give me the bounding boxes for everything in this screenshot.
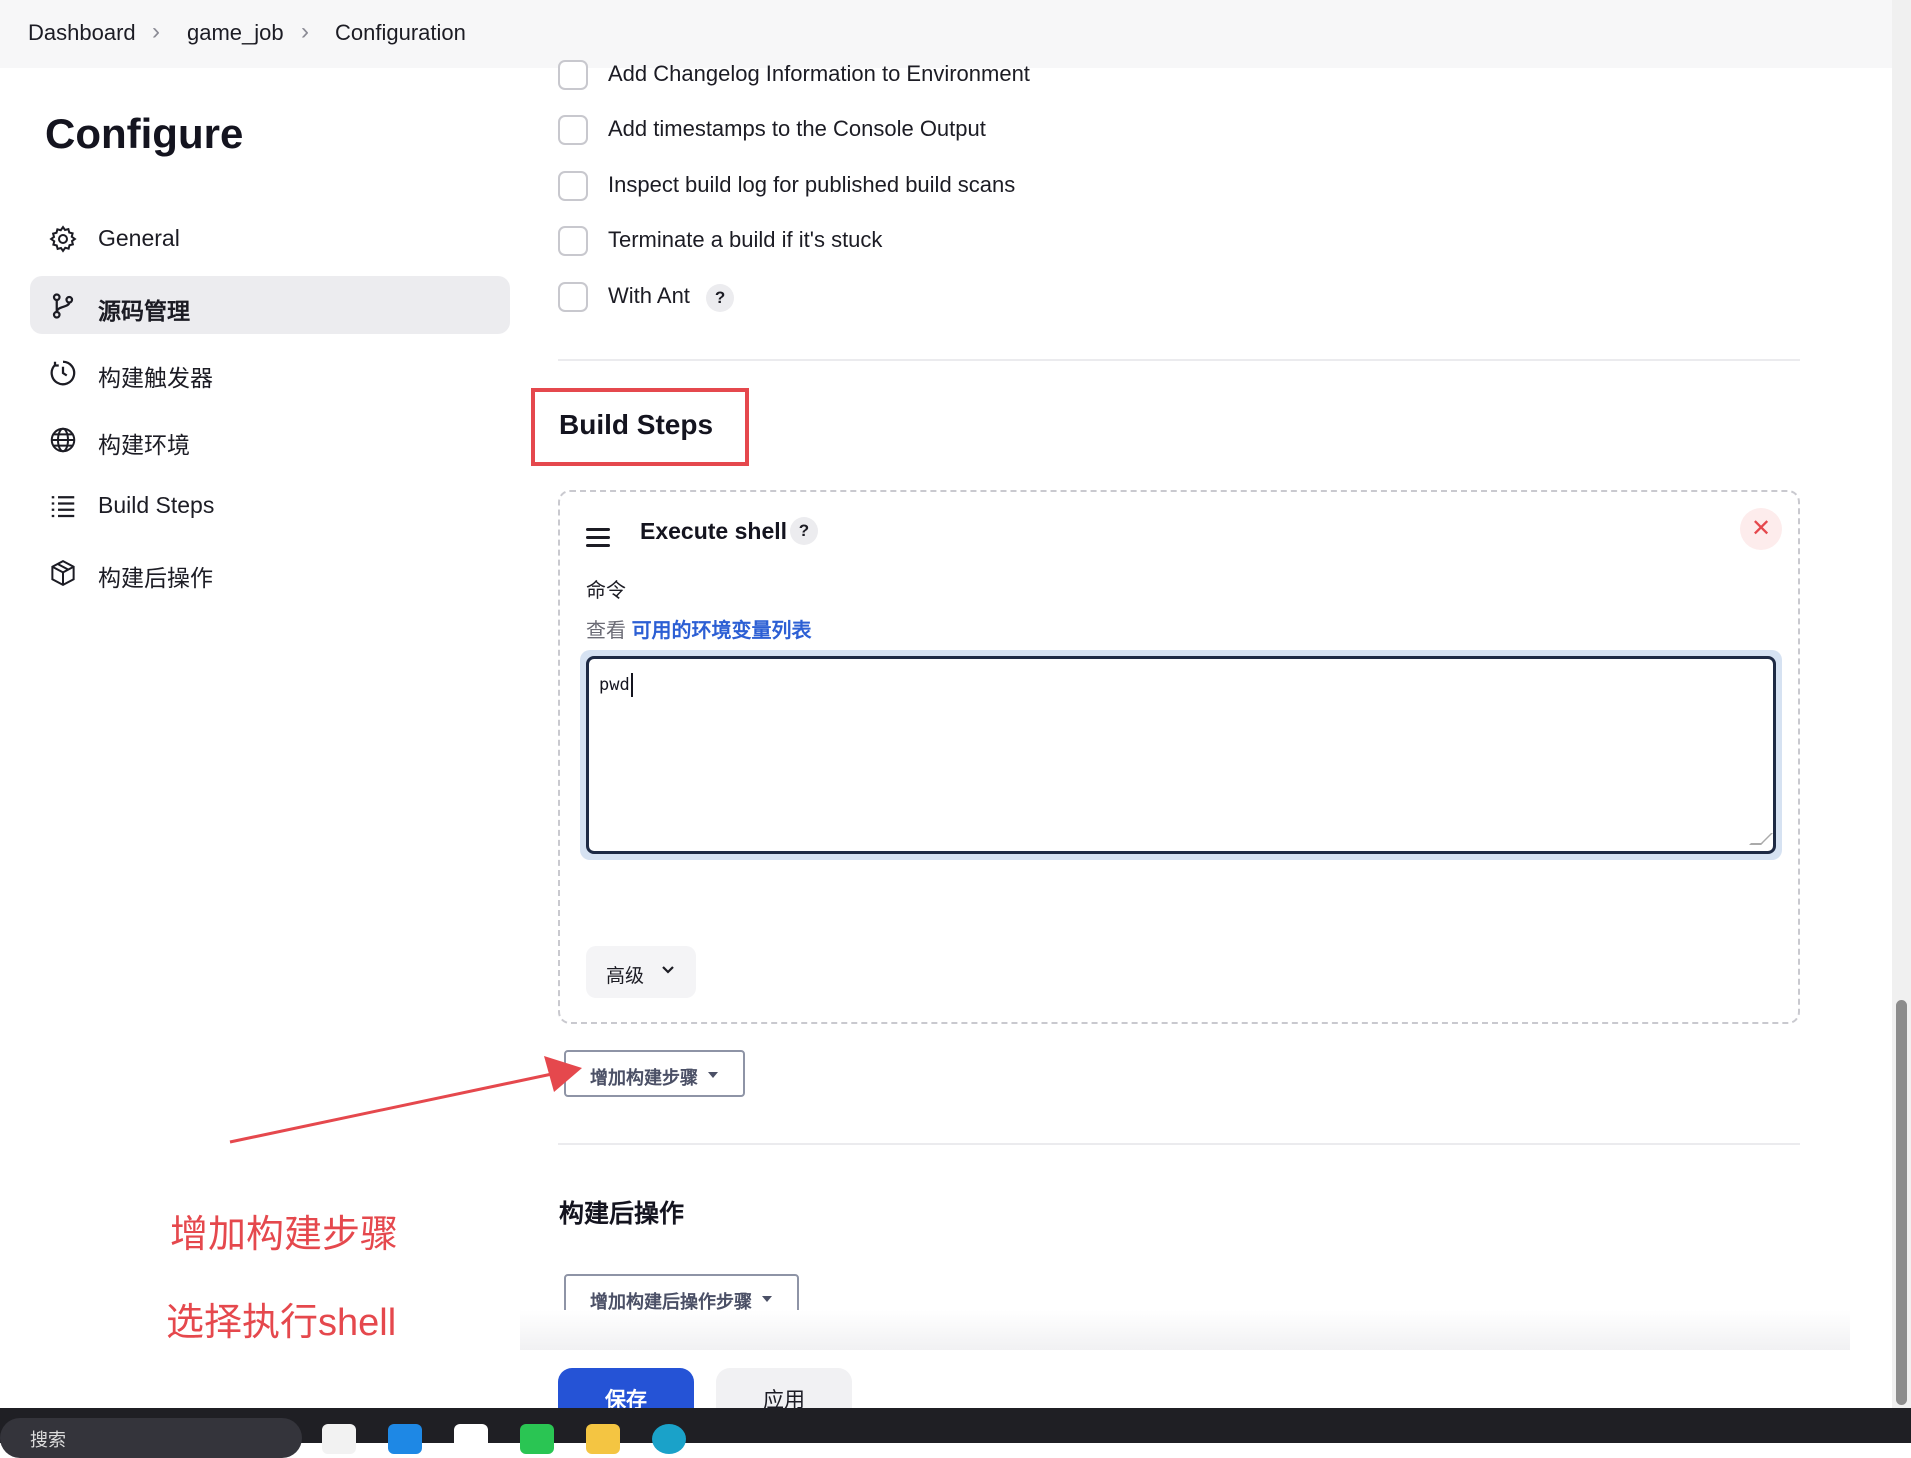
sidebar-item-build-steps[interactable]: Build Steps (30, 476, 510, 534)
breadcrumb-game-job[interactable]: game_job (187, 20, 284, 46)
sidebar-item-label: 构建环境 (98, 432, 190, 458)
checkbox[interactable] (558, 171, 588, 201)
app-icon[interactable] (454, 1424, 488, 1454)
advanced-button[interactable]: 高级 (586, 946, 696, 998)
close-icon[interactable]: ✕ (1740, 508, 1782, 550)
resize-handle-icon[interactable] (1749, 833, 1773, 845)
package-icon (51, 559, 75, 587)
globe-icon (50, 427, 76, 453)
wechat-icon[interactable] (520, 1424, 554, 1454)
checkbox-label-text: With Ant (608, 283, 690, 308)
sidebar-item-label: 构建触发器 (98, 365, 213, 391)
sidebar-item-label: General (98, 225, 180, 251)
caret-down-icon (708, 1072, 718, 1078)
build-steps-title: Build Steps (559, 409, 714, 440)
env-vars-prefix: 查看 (586, 620, 626, 642)
help-icon[interactable]: ? (706, 284, 735, 312)
add-build-step-label: 增加构建步骤 (590, 1068, 698, 1088)
page-title: Configure (45, 110, 244, 157)
sidebar-item-triggers[interactable]: 构建触发器 (30, 343, 510, 401)
sidebar-item-environment[interactable]: 构建环境 (30, 410, 510, 468)
checkbox[interactable] (558, 282, 588, 312)
chevron-down-icon (662, 966, 674, 974)
breadcrumb-bar (0, 0, 1892, 68)
list-icon (51, 496, 75, 518)
checkbox-label: Add timestamps to the Console Output (608, 116, 986, 141)
sidebar-item-post-build[interactable]: 构建后操作 (30, 543, 510, 601)
annotation-note-add-step: 增加构建步骤 (170, 1214, 399, 1256)
chevron-right-icon: › (301, 18, 309, 45)
scrollbar-thumb[interactable] (1896, 1000, 1907, 1405)
gear-icon (49, 225, 77, 253)
checkbox[interactable] (558, 60, 588, 90)
annotation-arrow (229, 1056, 582, 1144)
checkbox-label: Terminate a build if it's stuck (608, 227, 883, 252)
app-icon[interactable] (388, 1424, 422, 1454)
folder-icon[interactable] (586, 1424, 620, 1454)
command-textarea-focus-ring: pwd (580, 650, 1782, 860)
sidebar-item-label: Build Steps (98, 492, 215, 518)
checkbox-label: Inspect build log for published build sc… (608, 172, 1016, 197)
advanced-label: 高级 (606, 966, 645, 987)
checkbox-label: Add Changelog Information to Environment (608, 61, 1030, 86)
branch-icon (52, 293, 74, 319)
checkbox-label: With Ant ? (608, 283, 735, 312)
section-divider (558, 1143, 1800, 1145)
execute-shell-step: Execute shell ? ✕ 命令 查看 可用的环境变量列表 pwd 高级 (558, 490, 1800, 1024)
annotation-note-select-shell: 选择执行shell (166, 1302, 397, 1344)
command-textarea[interactable]: pwd (586, 656, 1776, 854)
env-vars-line: 查看 可用的环境变量列表 (586, 614, 812, 643)
command-label: 命令 (586, 580, 626, 602)
chevron-right-icon: › (152, 18, 160, 45)
breadcrumb-configuration[interactable]: Configuration (335, 20, 466, 46)
sidebar-item-label: 源码管理 (98, 298, 190, 324)
sidebar-item-general[interactable]: General (30, 209, 510, 267)
help-icon[interactable]: ? (790, 517, 818, 545)
step-title: Execute shell (640, 518, 788, 544)
edge-browser-icon[interactable] (652, 1424, 686, 1454)
typora-app-icon[interactable] (322, 1424, 356, 1454)
command-text: pwd (599, 675, 630, 695)
clock-icon (50, 360, 76, 386)
section-divider (558, 359, 1800, 361)
text-caret (630, 673, 633, 697)
env-vars-link[interactable]: 可用的环境变量列表 (632, 620, 812, 642)
post-build-title: 构建后操作 (559, 1200, 685, 1228)
sidebar-item-scm[interactable]: 源码管理 (30, 276, 510, 334)
caret-down-icon (762, 1296, 772, 1302)
taskbar-search[interactable]: 搜索 (0, 1418, 302, 1458)
breadcrumb-dashboard[interactable]: Dashboard (28, 20, 136, 46)
footer-shadow (520, 1310, 1850, 1350)
checkbox[interactable] (558, 115, 588, 145)
checkbox[interactable] (558, 226, 588, 256)
taskbar-search-label: 搜索 (30, 1430, 66, 1450)
drag-handle-icon[interactable] (586, 528, 610, 552)
sidebar-item-label: 构建后操作 (98, 565, 213, 591)
